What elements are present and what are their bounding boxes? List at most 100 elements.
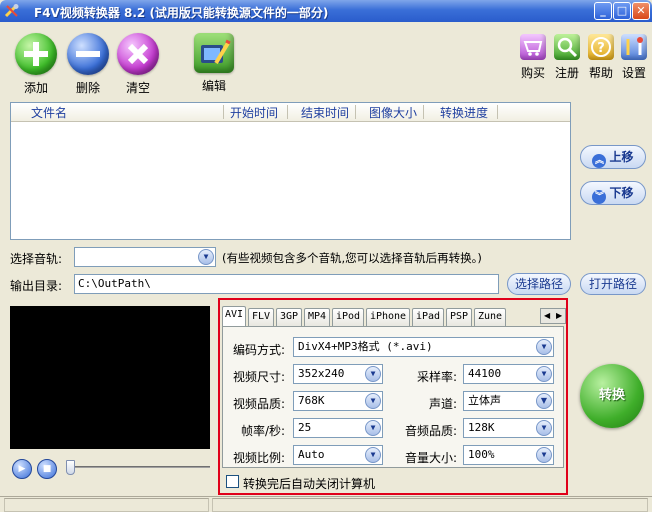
- app-tools-icon: [4, 3, 20, 19]
- column-header[interactable]: 结束时间: [301, 104, 349, 121]
- help-label: 帮助: [588, 66, 613, 80]
- question-icon: ?: [588, 34, 614, 60]
- audio-track-select[interactable]: ▼: [74, 247, 216, 267]
- edit-film-icon: [194, 33, 234, 73]
- tab-psp[interactable]: PSP: [446, 308, 472, 326]
- chevron-down-icon[interactable]: ▼: [365, 420, 381, 436]
- video-size-value: 352x240: [298, 367, 345, 380]
- tab-3gp[interactable]: 3GP: [276, 308, 302, 326]
- channel-label: 声道:: [429, 397, 458, 411]
- edit-button[interactable]: 编辑: [190, 33, 238, 94]
- tab-avi[interactable]: AVI: [222, 306, 246, 326]
- chevron-down-icon[interactable]: ▼: [365, 393, 381, 409]
- codec-select[interactable]: DivX4+MP3格式 (*.avi) ▼: [293, 337, 554, 357]
- window-title: F4V视频转换器 8.2 (试用版只能转换源文件的一部分): [34, 6, 329, 20]
- magnifier-icon: [554, 34, 580, 60]
- output-path-field[interactable]: C:\OutPath\: [74, 274, 499, 294]
- remove-button[interactable]: 删除: [66, 33, 110, 96]
- video-preview: [10, 306, 210, 449]
- playback-slider-track[interactable]: [70, 466, 210, 468]
- clear-label: 清空: [125, 81, 150, 95]
- video-size-label: 视频尺寸:: [233, 370, 286, 384]
- chevron-right-icon[interactable]: ▶: [556, 309, 562, 323]
- aspect-label: 视频比例:: [233, 451, 286, 465]
- output-dir-label: 输出目录:: [10, 279, 63, 293]
- volume-label: 音量大小:: [405, 451, 458, 465]
- shutdown-checkbox[interactable]: [226, 475, 239, 488]
- close-button[interactable]: ✕: [632, 2, 650, 20]
- column-header[interactable]: 转换进度: [440, 104, 488, 121]
- video-quality-select[interactable]: 768K ▼: [293, 391, 383, 411]
- stop-button[interactable]: ■: [37, 459, 57, 479]
- video-size-select[interactable]: 352x240 ▼: [293, 364, 383, 384]
- video-quality-label: 视频品质:: [233, 397, 286, 411]
- tab-flv[interactable]: FLV: [248, 308, 274, 326]
- play-button[interactable]: ▶: [12, 459, 32, 479]
- tab-iphone[interactable]: iPhone: [366, 308, 410, 326]
- title-bar: F4V视频转换器 8.2 (试用版只能转换源文件的一部分) _ □ ✕: [0, 0, 652, 22]
- settings-label: 设置: [621, 66, 646, 80]
- chevron-down-icon[interactable]: ▼: [536, 420, 552, 436]
- audio-track-hint: (有些视频包含多个音轨,您可以选择音轨后再转换。): [222, 251, 482, 265]
- remove-label: 删除: [75, 81, 100, 95]
- column-header[interactable]: 开始时间: [230, 104, 278, 121]
- move-up-label: 上移: [609, 150, 634, 164]
- buy-button[interactable]: 购买: [517, 34, 549, 81]
- chevron-left-icon[interactable]: ◀: [544, 309, 550, 323]
- convert-button[interactable]: 转换: [580, 364, 644, 428]
- volume-value: 100%: [468, 448, 495, 461]
- audio-quality-select[interactable]: 128K ▼: [463, 418, 554, 438]
- shutdown-label: 转换完后自动关闭计算机: [243, 477, 376, 491]
- tab-ipad[interactable]: iPad: [412, 308, 444, 326]
- file-list[interactable]: 文件名 开始时间 结束时间 图像大小 转换进度: [10, 102, 571, 240]
- sample-rate-value: 44100: [468, 367, 502, 380]
- help-button[interactable]: ? 帮助: [585, 34, 617, 81]
- chevron-down-icon[interactable]: ▼: [365, 447, 381, 463]
- audio-quality-value: 128K: [468, 421, 495, 434]
- buy-label: 购买: [520, 66, 545, 80]
- add-button[interactable]: 添加: [14, 33, 58, 96]
- maximize-button[interactable]: □: [613, 2, 631, 20]
- audio-track-label: 选择音轨:: [10, 252, 63, 266]
- audio-quality-label: 音频品质:: [405, 424, 458, 438]
- choose-path-button[interactable]: 选择路径: [507, 273, 571, 295]
- tab-scroller[interactable]: ◀ ▶: [540, 308, 566, 324]
- chevron-down-icon[interactable]: ▼: [536, 366, 552, 382]
- column-header[interactable]: 图像大小: [369, 104, 417, 121]
- register-button[interactable]: 注册: [551, 34, 583, 81]
- svg-text:?: ?: [597, 41, 605, 56]
- minimize-button[interactable]: _: [594, 2, 612, 20]
- clear-button[interactable]: 清空: [116, 33, 160, 96]
- plus-icon: [15, 33, 57, 75]
- tab-ipod[interactable]: iPod: [332, 308, 364, 326]
- chevron-down-icon[interactable]: ▼: [536, 447, 552, 463]
- chevron-down-icon[interactable]: ▼: [365, 366, 381, 382]
- chevron-down-icon[interactable]: ▼: [536, 393, 552, 409]
- frame-rate-select[interactable]: 25 ▼: [293, 418, 383, 438]
- cart-icon: [520, 34, 546, 60]
- aspect-select[interactable]: Auto ▼: [293, 445, 383, 465]
- chevron-down-icon[interactable]: ▼: [536, 339, 552, 355]
- status-bar: [0, 496, 652, 512]
- move-down-button[interactable]: ︾ 下移: [580, 181, 646, 205]
- tab-mp4[interactable]: MP4: [304, 308, 330, 326]
- sample-rate-select[interactable]: 44100 ▼: [463, 364, 554, 384]
- chevron-down-icon[interactable]: ▼: [198, 249, 214, 265]
- tab-zune[interactable]: Zune: [474, 308, 506, 326]
- channel-value: 立体声: [468, 394, 501, 407]
- column-header[interactable]: 文件名: [31, 104, 67, 121]
- double-chevron-up-icon: ︽: [592, 154, 607, 168]
- codec-value: DivX4+MP3格式 (*.avi): [298, 340, 433, 353]
- settings-button[interactable]: 设置: [619, 34, 649, 81]
- minus-icon: [67, 33, 109, 75]
- move-up-button[interactable]: ︽ 上移: [580, 145, 646, 169]
- double-chevron-down-icon: ︾: [592, 190, 607, 204]
- volume-select[interactable]: 100% ▼: [463, 445, 554, 465]
- channel-select[interactable]: 立体声 ▼: [463, 391, 554, 411]
- playback-slider-thumb[interactable]: [66, 460, 75, 475]
- open-path-button[interactable]: 打开路径: [580, 273, 646, 295]
- status-segment: [4, 498, 209, 512]
- move-down-label: 下移: [609, 186, 634, 200]
- register-label: 注册: [554, 66, 579, 80]
- edit-label: 编辑: [201, 79, 226, 93]
